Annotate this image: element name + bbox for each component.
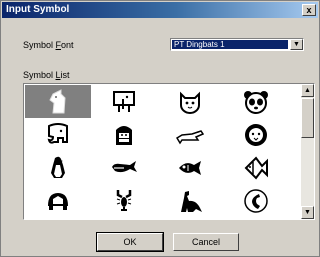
dinosaur-icon bbox=[181, 190, 202, 212]
symbol-cell-elephant-sign[interactable] bbox=[91, 85, 157, 118]
symbol-cell-fish[interactable] bbox=[157, 151, 223, 184]
symbol-cell-turtle[interactable] bbox=[25, 184, 91, 217]
symbol-cell-lobster[interactable] bbox=[91, 184, 157, 217]
angelfish-icon bbox=[244, 155, 268, 180]
dropdown-arrow-icon[interactable]: ▼ bbox=[290, 39, 303, 50]
elephant-icon bbox=[47, 122, 68, 144]
window-title: Input Symbol bbox=[6, 4, 70, 15]
symbol-cell-elephant[interactable] bbox=[25, 118, 91, 151]
scroll-down-arrow-icon[interactable]: ▼ bbox=[301, 206, 314, 219]
panda-face-icon bbox=[244, 90, 268, 114]
lobster-icon bbox=[116, 189, 132, 211]
symbol-cell-penguin[interactable] bbox=[25, 151, 91, 184]
symbol-font-label: Symbol Font bbox=[23, 40, 74, 50]
lion-face-icon bbox=[245, 123, 267, 146]
ok-button[interactable]: OK bbox=[96, 232, 164, 252]
symbol-listbox[interactable]: ▲ ▼ bbox=[23, 83, 315, 220]
symbol-cell-dinosaur[interactable] bbox=[157, 184, 223, 217]
symbol-grid bbox=[25, 85, 298, 218]
fish-icon bbox=[179, 160, 201, 175]
elephant-sign-icon bbox=[113, 90, 135, 112]
crocodile-icon bbox=[176, 129, 204, 144]
scroll-up-arrow-icon[interactable]: ▲ bbox=[301, 84, 314, 97]
penguin-icon bbox=[51, 156, 65, 178]
symbol-cell-whale[interactable] bbox=[91, 151, 157, 184]
symbol-cell-panda[interactable] bbox=[223, 85, 289, 118]
close-button[interactable]: x bbox=[302, 4, 316, 16]
horse-head-icon bbox=[49, 88, 66, 113]
symbol-cell-lion[interactable] bbox=[223, 118, 289, 151]
title-bar[interactable]: Input Symbol x bbox=[2, 2, 318, 18]
scroll-thumb[interactable] bbox=[301, 98, 314, 138]
symbol-list-label: Symbol List bbox=[23, 70, 70, 80]
symbol-cell-angelfish[interactable] bbox=[223, 151, 289, 184]
vertical-scrollbar[interactable]: ▲ ▼ bbox=[301, 84, 314, 219]
symbol-font-value: PT Dingbats 1 bbox=[172, 40, 288, 49]
symbol-cell-horse[interactable] bbox=[25, 85, 91, 118]
symbol-cell-gorilla[interactable] bbox=[91, 118, 157, 151]
gorilla-icon bbox=[116, 125, 132, 145]
phone-icon bbox=[244, 188, 268, 213]
cat-face-icon bbox=[180, 91, 200, 114]
cancel-button[interactable]: Cancel bbox=[173, 233, 239, 251]
input-symbol-dialog: Input Symbol x Symbol Font PT Dingbats 1… bbox=[0, 0, 320, 257]
symbol-font-select[interactable]: PT Dingbats 1 ▼ bbox=[170, 38, 304, 51]
turtle-icon bbox=[48, 192, 68, 210]
symbol-cell-phone[interactable] bbox=[223, 184, 289, 217]
symbol-cell-cat[interactable] bbox=[157, 85, 223, 118]
whale-icon bbox=[112, 160, 137, 172]
symbol-cell-crocodile[interactable] bbox=[157, 118, 223, 151]
